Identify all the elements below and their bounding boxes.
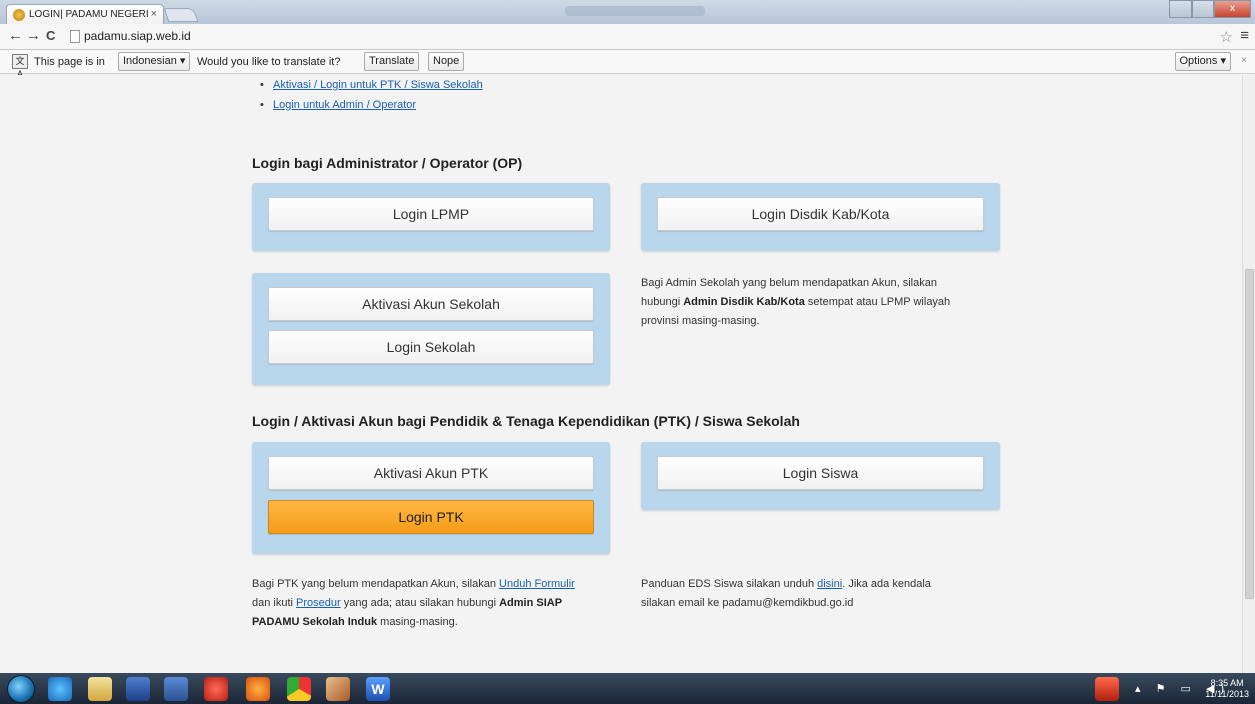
site-favicon-icon	[13, 9, 25, 21]
admin-note: Bagi Admin Sekolah yang belum mendapatka…	[641, 274, 950, 331]
minimize-button[interactable]	[1169, 0, 1192, 18]
translate-question: Would you like to translate it?	[197, 56, 341, 68]
new-tab-button[interactable]	[163, 8, 199, 22]
window-titlebar: LOGIN| PADAMU NEGERI × x	[0, 0, 1255, 24]
clock-date: 11/11/2013	[1205, 689, 1249, 699]
panel-sekolah: Aktivasi Akun Sekolah Login Sekolah	[252, 273, 610, 385]
page-scrollbar[interactable]	[1242, 75, 1255, 673]
page-content: Aktivasi / Login untuk PTK / Siswa Sekol…	[0, 75, 1242, 673]
paint-app-icon[interactable]	[326, 677, 350, 701]
panel-ptk: Aktivasi Akun PTK Login PTK	[252, 442, 610, 554]
firefox-icon[interactable]	[246, 677, 270, 701]
admin-note-line-3: provinsi masing-masing.	[641, 315, 760, 327]
disini-link[interactable]: disini	[817, 578, 842, 590]
system-tray: ▴ ⚑ ▭ ◀) 8:35 AM 11/11/2013	[1075, 673, 1255, 704]
admin-note-line-1: Bagi Admin Sekolah yang belum mendapatka…	[641, 277, 937, 289]
bookmark-star-icon[interactable]: ☆	[1220, 28, 1233, 46]
shopping-app-icon[interactable]	[204, 677, 228, 701]
login-disdik-button[interactable]: Login Disdik Kab/Kota	[657, 197, 984, 231]
close-window-button[interactable]: x	[1214, 0, 1252, 18]
browser-toolbar: ← → C padamu.siap.web.id ☆ ≡	[0, 24, 1255, 50]
computer-icon[interactable]	[164, 677, 188, 701]
translate-close-icon[interactable]: ×	[1241, 55, 1247, 66]
login-siswa-button[interactable]: Login Siswa	[657, 456, 984, 490]
scrollbar-thumb[interactable]	[1245, 269, 1254, 599]
siswa-note: Panduan EDS Siswa silakan unduh disini. …	[641, 575, 931, 613]
file-explorer-icon[interactable]	[88, 677, 112, 701]
panel-siswa: Login Siswa	[641, 442, 1000, 510]
siswa-note-line-1: Panduan EDS Siswa silakan unduh disini. …	[641, 578, 931, 590]
media-player-icon[interactable]	[126, 677, 150, 701]
link-aktivasi-ptk-siswa[interactable]: Aktivasi / Login untuk PTK / Siswa Sekol…	[260, 79, 483, 91]
tray-app-icon[interactable]	[1095, 677, 1119, 701]
panel-lpmp: Login LPMP	[252, 183, 610, 251]
address-bar[interactable]: padamu.siap.web.id	[84, 29, 191, 43]
background-window-title	[565, 6, 705, 16]
clock[interactable]: 8:35 AM 11/11/2013	[1205, 678, 1249, 700]
window-controls: x	[1169, 0, 1252, 18]
internet-explorer-icon[interactable]	[48, 677, 72, 701]
menu-icon[interactable]: ≡	[1240, 27, 1249, 44]
ptk-note-line-1: Bagi PTK yang belum mendapatkan Akun, si…	[252, 578, 575, 590]
translate-icon: 文A	[12, 54, 28, 79]
maximize-button[interactable]	[1191, 0, 1215, 18]
back-icon[interactable]: ←	[8, 28, 23, 44]
ptk-section-heading: Login / Aktivasi Akun bagi Pendidik & Te…	[252, 413, 800, 429]
options-button[interactable]: Options ▾	[1174, 52, 1231, 71]
admin-section-heading: Login bagi Administrator / Operator (OP)	[252, 155, 523, 171]
translate-bar: 文A This page is in Indonesian ▾ Would yo…	[0, 50, 1255, 79]
panel-disdik: Login Disdik Kab/Kota	[641, 183, 1000, 251]
translate-button[interactable]: Translate	[364, 52, 420, 71]
unduh-formulir-link[interactable]: Unduh Formulir	[499, 578, 575, 590]
top-links: Aktivasi / Login untuk PTK / Siswa Sekol…	[260, 79, 483, 119]
forward-icon[interactable]: →	[26, 28, 41, 44]
clock-time: 8:35 AM	[1210, 678, 1244, 688]
login-lpmp-button[interactable]: Login LPMP	[268, 197, 594, 231]
nope-button[interactable]: Nope	[428, 52, 465, 71]
browser-tab[interactable]: LOGIN| PADAMU NEGERI ×	[6, 4, 164, 24]
login-sekolah-button[interactable]: Login Sekolah	[268, 330, 594, 364]
tab-title: LOGIN| PADAMU NEGERI	[29, 9, 149, 20]
windows-taskbar: W ▴ ⚑ ▭ ◀) 8:35 AM 11/11/2013	[0, 673, 1255, 704]
start-button-icon[interactable]	[7, 675, 35, 703]
translate-prefix: This page is in	[34, 56, 105, 68]
siswa-note-line-2: silakan email ke padamu@kemdikbud.go.id	[641, 597, 854, 609]
reload-icon[interactable]: C	[46, 28, 55, 44]
link-login-admin[interactable]: Login untuk Admin / Operator	[260, 99, 483, 111]
page-icon	[70, 30, 80, 43]
aktivasi-ptk-button[interactable]: Aktivasi Akun PTK	[268, 456, 594, 490]
language-select[interactable]: Indonesian ▾	[118, 52, 191, 71]
chrome-icon[interactable]	[287, 677, 311, 701]
prosedur-link[interactable]: Prosedur	[296, 597, 341, 609]
admin-note-line-2: hubungi Admin Disdik Kab/Kota setempat a…	[641, 296, 951, 308]
aktivasi-sekolah-button[interactable]: Aktivasi Akun Sekolah	[268, 287, 594, 321]
word-icon[interactable]: W	[366, 677, 390, 701]
tab-close-icon[interactable]: ×	[151, 8, 157, 20]
ptk-note: Bagi PTK yang belum mendapatkan Akun, si…	[252, 575, 575, 632]
login-ptk-button[interactable]: Login PTK	[268, 500, 594, 534]
ptk-note-line-3: PADAMU Sekolah Induk masing-masing.	[252, 616, 458, 628]
ptk-note-line-2: dan ikuti Prosedur yang ada; atau silaka…	[252, 597, 563, 609]
